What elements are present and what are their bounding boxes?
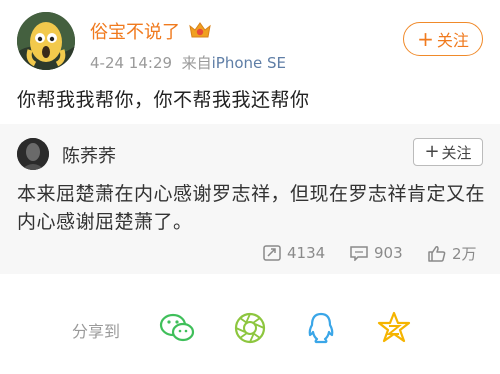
post-header: 俗宝不说了 4-24 14:29 来自iPhone SE + 关注 (0, 0, 500, 80)
repost-username[interactable]: 陈荞荞 (62, 142, 116, 168)
comment-count[interactable]: 903 (350, 242, 403, 264)
avatar-image (17, 12, 75, 70)
post-source[interactable]: iPhone SE (212, 54, 286, 72)
like-count-value: 2万 (452, 244, 477, 263)
avatar[interactable] (17, 12, 75, 70)
repost-icon (263, 245, 281, 261)
thumbs-up-icon (428, 245, 446, 262)
post-time: 4-24 14:29 (90, 54, 173, 72)
post-meta: 4-24 14:29 来自iPhone SE (90, 52, 286, 73)
wechat-icon[interactable] (159, 310, 195, 346)
qzone-icon[interactable] (376, 310, 412, 346)
repost-follow-label: 关注 (441, 143, 472, 162)
repost-text: 本来屈楚萧在内心感谢罗志祥，但现在罗志祥肯定又在内心感谢屈楚萧了。 (17, 183, 486, 233)
plus-icon: + (424, 141, 440, 162)
post-text: 你帮我我帮你，你不帮我我还帮你 (17, 89, 310, 111)
repost-card[interactable]: 陈荞荞 + 关注 本来屈楚萧在内心感谢罗志祥，但现在罗志祥肯定又在内心感谢屈楚萧了… (0, 124, 500, 274)
repost-avatar[interactable] (17, 138, 49, 170)
comment-count-value: 903 (374, 244, 403, 262)
follow-label: 关注 (436, 31, 469, 50)
like-count[interactable]: 2万 (428, 242, 477, 264)
source-prefix: 来自 (181, 54, 212, 72)
moments-icon[interactable] (232, 310, 268, 346)
repost-follow-button[interactable]: + 关注 (413, 138, 483, 166)
qq-icon[interactable] (303, 310, 339, 346)
vip-crown-icon (189, 22, 211, 38)
follow-button[interactable]: + 关注 (403, 22, 483, 56)
plus-icon: + (417, 27, 434, 51)
share-bar: 分享到 (0, 300, 500, 356)
share-label: 分享到 (72, 322, 121, 341)
repost-count-value: 4134 (287, 244, 326, 262)
comment-icon (350, 246, 368, 261)
username[interactable]: 俗宝不说了 (90, 18, 180, 44)
repost-count[interactable]: 4134 (263, 242, 325, 264)
repost-avatar-image (17, 138, 49, 170)
